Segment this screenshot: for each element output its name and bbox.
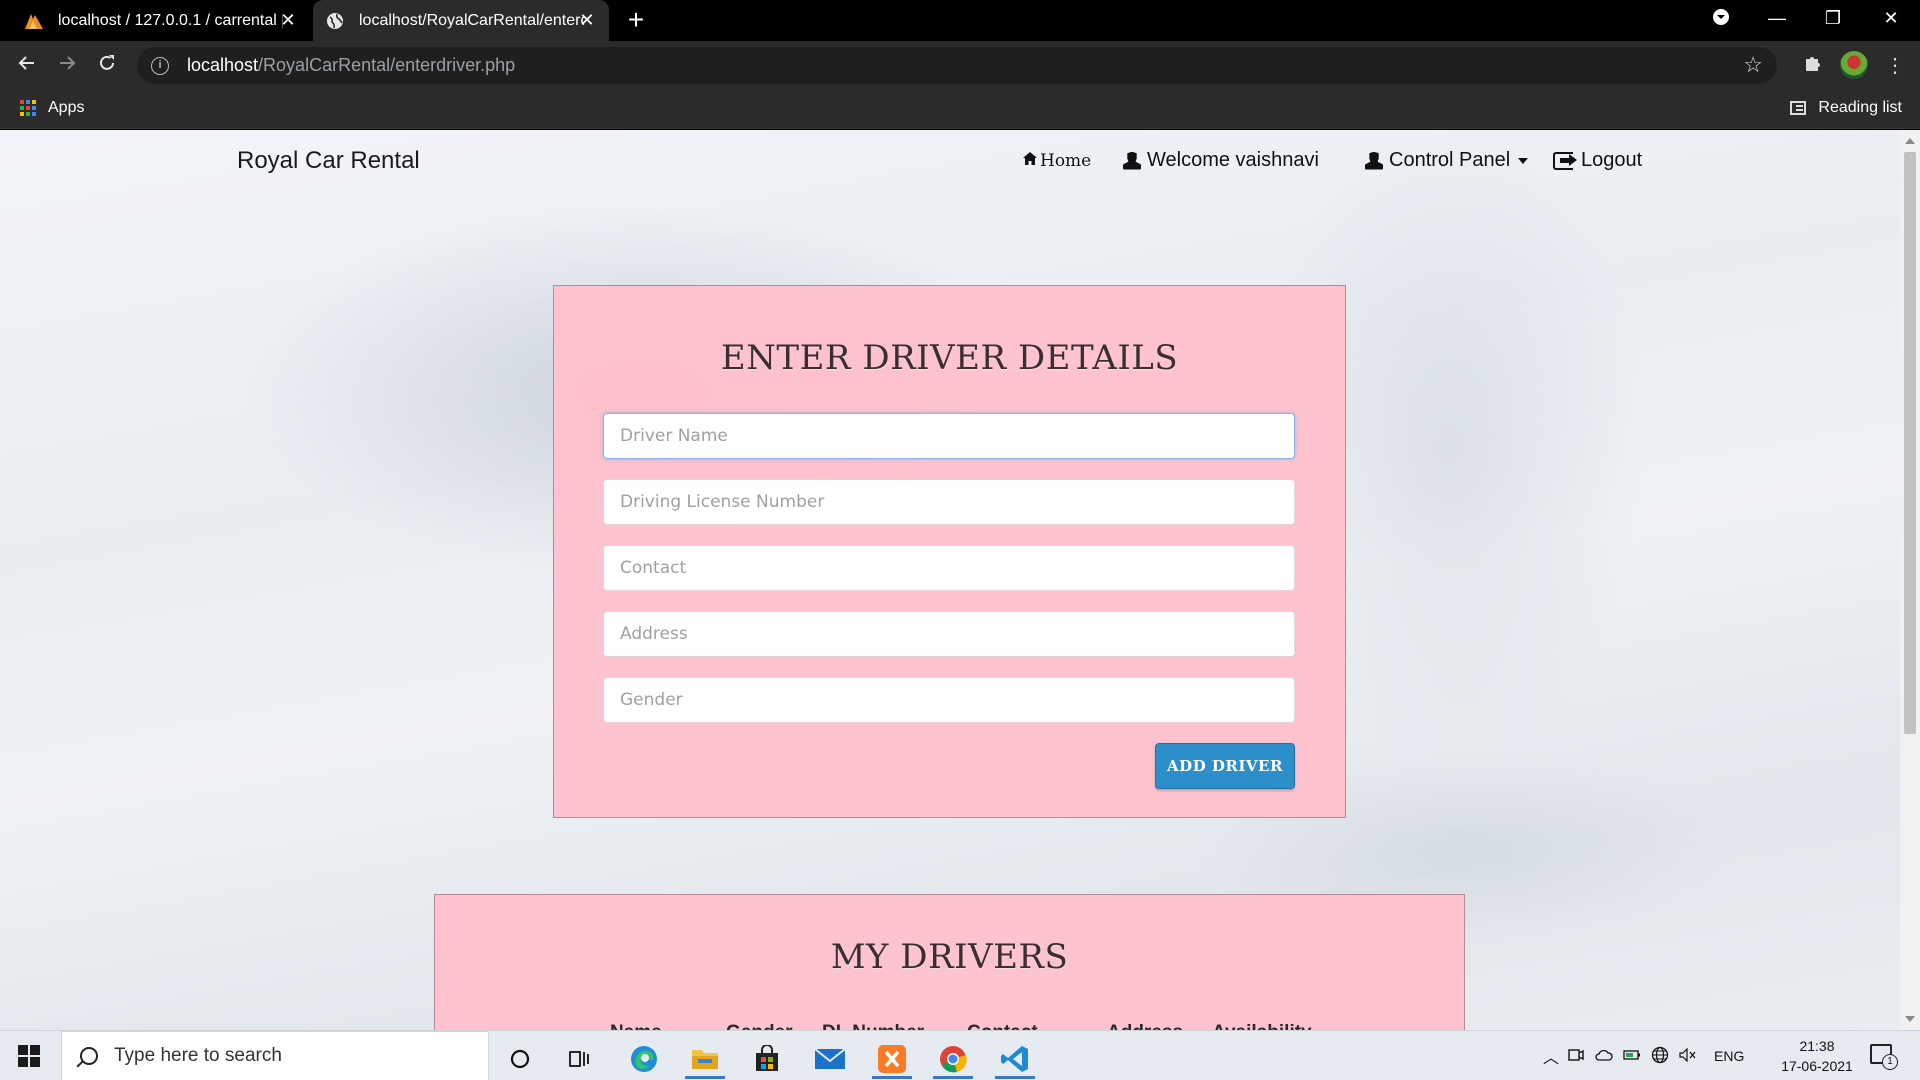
tab-phpmyadmin[interactable]: localhost / 127.0.0.1 / carrental | ✕ — [0, 0, 310, 41]
nav-control-panel-label: Control Panel — [1389, 149, 1511, 171]
edge-icon[interactable] — [620, 1039, 668, 1079]
phpmyadmin-icon — [24, 11, 44, 31]
nav-welcome-label: Welcome vaishnavi — [1147, 149, 1319, 171]
apps-label: Apps — [48, 99, 85, 116]
clock-date: 17-06-2021 — [1781, 1058, 1853, 1074]
windows-start-icon[interactable] — [18, 1045, 40, 1067]
tab-title: localhost / 127.0.0.1 / carrental | — [58, 11, 283, 29]
close-tab-icon[interactable]: ✕ — [278, 10, 298, 30]
column-header: Availability — [1212, 1022, 1312, 1030]
vscode-icon[interactable] — [991, 1039, 1039, 1079]
page-viewport: Royal Car Rental Home Welcome vaishnavi … — [0, 130, 1900, 1030]
my-drivers-section: MY DRIVERS Name Gender DL Number Contact… — [434, 894, 1465, 1030]
notification-center-icon[interactable]: 1 — [1870, 1044, 1898, 1070]
page-scrollbar[interactable] — [1900, 130, 1920, 1030]
cortana-icon[interactable] — [496, 1039, 544, 1079]
forward-arrow-icon[interactable] — [54, 53, 80, 79]
scroll-down-arrow-icon[interactable] — [1905, 1016, 1915, 1022]
column-header: Contact — [967, 1022, 1038, 1030]
chevron-down-icon — [1518, 157, 1529, 164]
network-globe-icon[interactable] — [1646, 1046, 1674, 1067]
nav-logout[interactable]: Logout — [1553, 149, 1642, 172]
extensions-puzzle-icon[interactable] — [1800, 53, 1826, 79]
minimize-button[interactable]: — — [1762, 8, 1792, 29]
file-explorer-icon[interactable] — [681, 1039, 729, 1079]
nav-welcome[interactable]: Welcome vaishnavi — [1123, 149, 1319, 172]
user-icon — [1365, 151, 1383, 170]
gender-input[interactable] — [603, 677, 1295, 723]
contact-input[interactable] — [603, 545, 1295, 591]
address-input[interactable] — [603, 611, 1295, 657]
close-window-button[interactable]: ✕ — [1876, 8, 1906, 29]
drivers-title: MY DRIVERS — [830, 937, 1069, 977]
chevron-up-icon[interactable]: ︿ — [1540, 1044, 1562, 1068]
reload-icon[interactable] — [94, 53, 120, 79]
form-title: ENTER DRIVER DETAILS — [720, 338, 1179, 378]
language-indicator[interactable]: ENG — [1714, 1048, 1744, 1064]
taskbar-search-box[interactable]: Type here to search — [61, 1031, 489, 1080]
bookmarks-bar: Apps Reading list — [0, 90, 1920, 129]
globe-icon — [325, 11, 345, 31]
clock-time: 21:38 — [1799, 1038, 1835, 1054]
brand-link[interactable]: Royal Car Rental — [237, 147, 420, 175]
restore-button[interactable]: ❐ — [1818, 8, 1848, 29]
apps-grid-icon — [20, 100, 36, 116]
apps-shortcut[interactable]: Apps — [20, 99, 84, 117]
notification-count-badge: 1 — [1882, 1054, 1898, 1070]
search-placeholder: Type here to search — [114, 1045, 282, 1066]
windows-taskbar: Type here to search ︿ ENG 21:38 17-06-20… — [0, 1030, 1920, 1080]
tab-title: localhost/RoyalCarRental/enterdriver — [359, 11, 584, 29]
nav-logout-label: Logout — [1581, 149, 1643, 171]
chrome-icon[interactable] — [929, 1039, 977, 1079]
home-icon — [1022, 151, 1038, 171]
driver-name-input[interactable] — [603, 413, 1295, 459]
search-icon — [80, 1047, 98, 1065]
chrome-menu-icon[interactable]: ⋮ — [1882, 53, 1908, 79]
column-header: DL Number — [822, 1022, 924, 1030]
driving-license-input[interactable] — [603, 479, 1295, 525]
column-header: Address — [1107, 1022, 1183, 1030]
logout-icon — [1553, 151, 1577, 170]
column-header: Name — [610, 1022, 662, 1030]
system-tray: ︿ ENG — [1540, 1031, 1744, 1080]
add-driver-button[interactable]: ADD DRIVER — [1155, 743, 1295, 789]
back-arrow-icon[interactable] — [14, 53, 40, 79]
nav-home[interactable]: Home — [1022, 151, 1091, 171]
new-tab-button[interactable]: + — [624, 6, 648, 34]
scrollbar-thumb[interactable] — [1904, 152, 1916, 734]
onedrive-icon[interactable] — [1590, 1048, 1618, 1064]
browser-toolbar: i localhost/RoyalCarRental/enterdriver.p… — [0, 41, 1920, 90]
xampp-icon[interactable] — [868, 1039, 916, 1079]
battery-icon[interactable] — [1618, 1048, 1646, 1064]
browser-tab-strip: localhost / 127.0.0.1 / carrental | ✕ lo… — [0, 0, 1920, 41]
scroll-up-arrow-icon[interactable] — [1905, 138, 1915, 144]
tab-enterdriver[interactable]: localhost/RoyalCarRental/enterdriver ✕ — [313, 0, 609, 41]
enter-driver-form: ENTER DRIVER DETAILS ADD DRIVER — [553, 285, 1346, 818]
reading-list-icon — [1790, 101, 1807, 115]
nav-control-panel-dropdown[interactable]: Control Panel — [1365, 149, 1529, 172]
profile-avatar[interactable] — [1840, 51, 1868, 79]
site-info-icon[interactable]: i — [151, 56, 169, 75]
bookmark-star-icon[interactable]: ☆ — [1743, 52, 1763, 78]
microsoft-store-icon[interactable] — [743, 1039, 791, 1079]
url-text[interactable]: localhost/RoyalCarRental/enterdriver.php — [187, 55, 515, 76]
meet-now-icon[interactable] — [1562, 1048, 1590, 1065]
user-icon — [1123, 151, 1141, 170]
tab-search-icon[interactable] — [1706, 8, 1736, 31]
close-tab-icon[interactable]: ✕ — [577, 10, 597, 30]
reading-list-button[interactable]: Reading list — [1790, 99, 1902, 117]
mail-icon[interactable] — [806, 1039, 854, 1079]
volume-muted-icon[interactable] — [1674, 1047, 1702, 1065]
task-view-icon[interactable] — [556, 1039, 604, 1079]
address-bar[interactable]: i localhost/RoyalCarRental/enterdriver.p… — [137, 47, 1777, 84]
nav-home-label: Home — [1040, 151, 1092, 171]
column-header: Gender — [726, 1022, 793, 1030]
taskbar-clock[interactable]: 21:38 17-06-2021 — [1762, 1036, 1872, 1076]
reading-list-label: Reading list — [1818, 99, 1902, 116]
